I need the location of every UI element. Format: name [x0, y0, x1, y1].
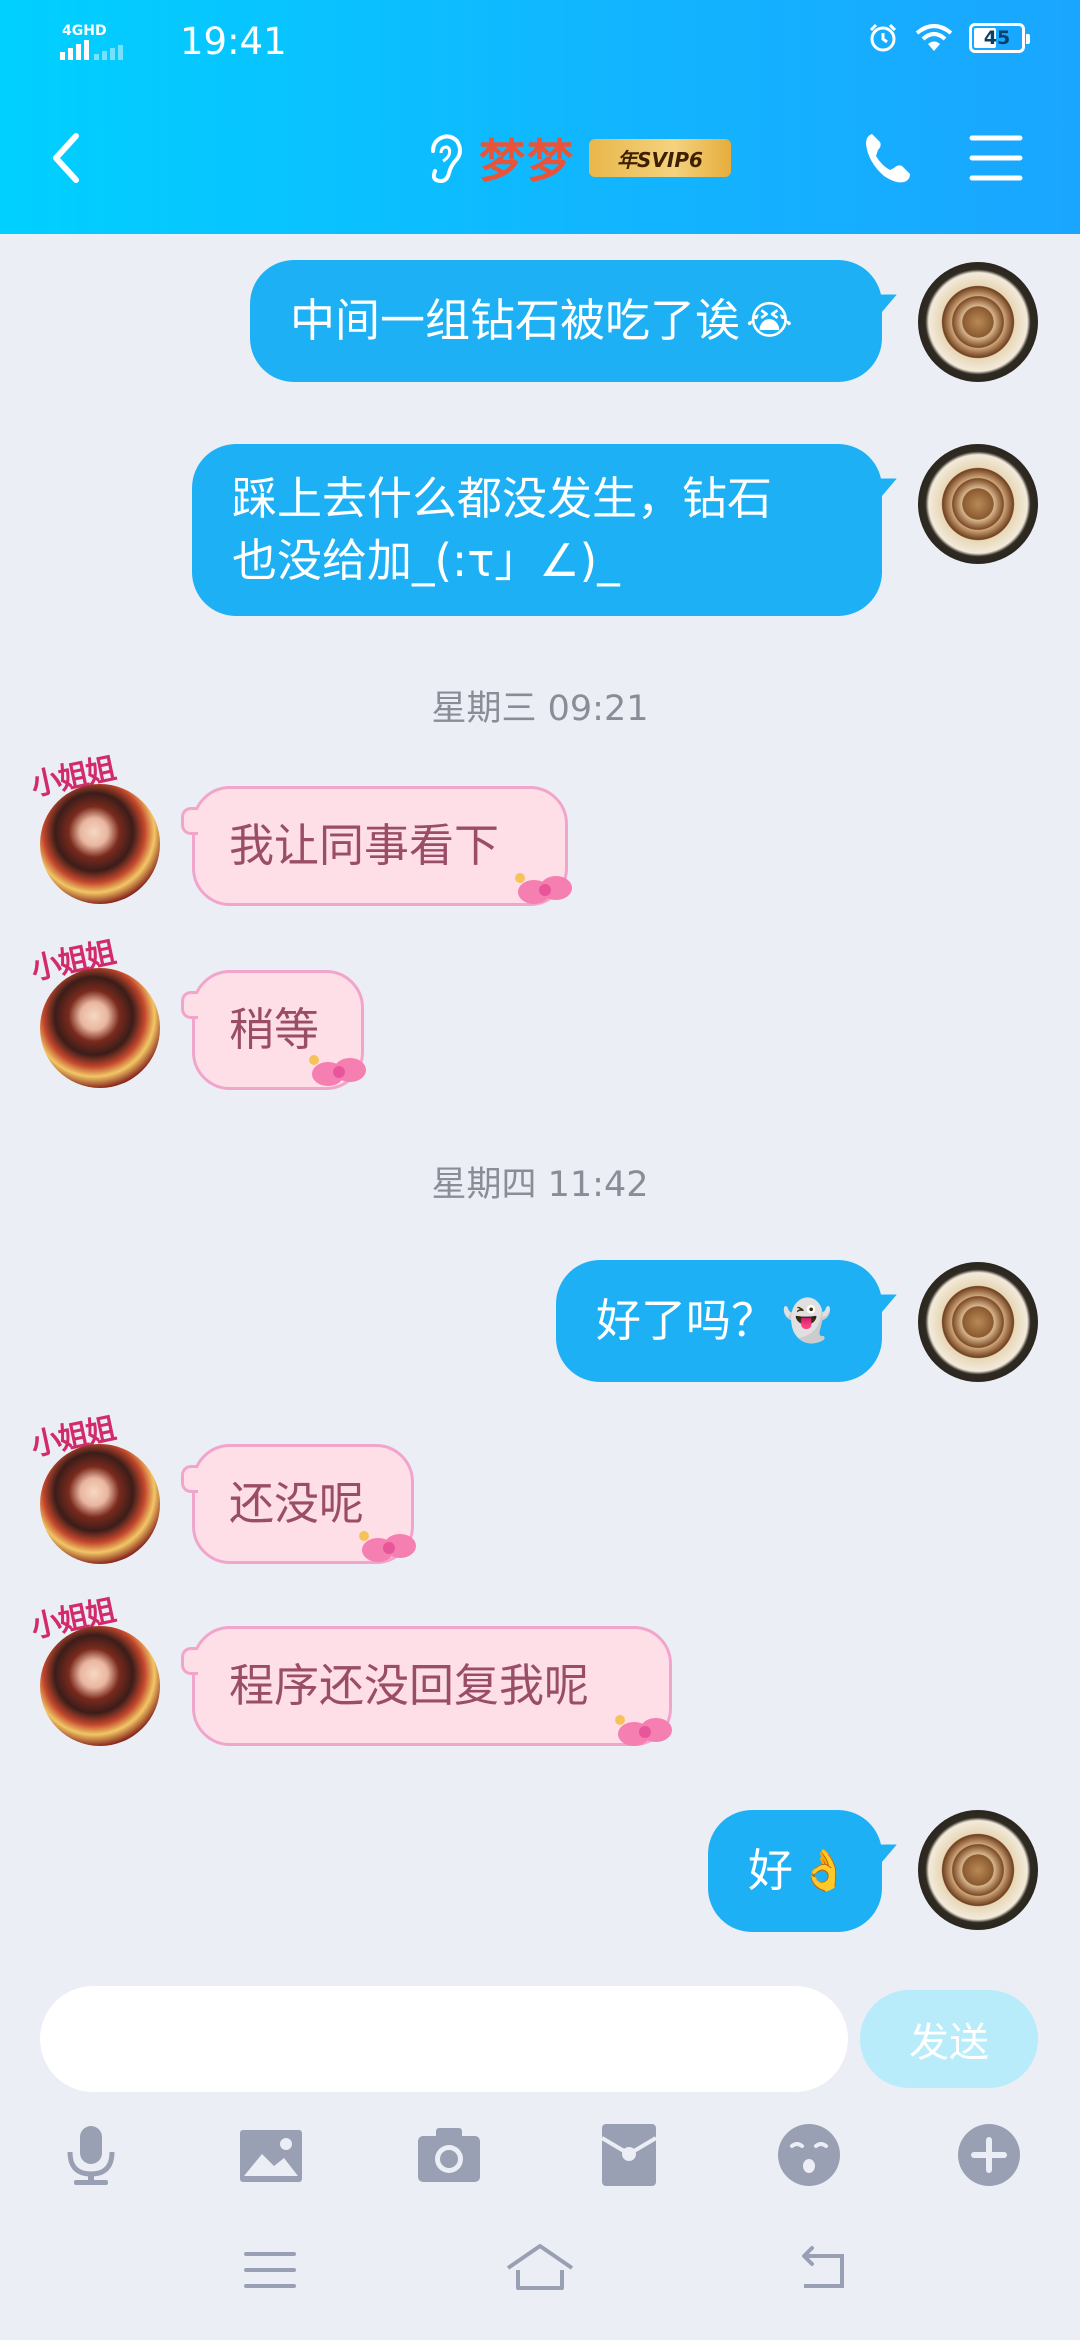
nav-bar: 梦梦 年SVIP6	[0, 116, 1080, 200]
bow-decoration-icon	[615, 1715, 672, 1746]
my-avatar[interactable]	[918, 444, 1038, 564]
home-icon[interactable]	[504, 2240, 576, 2300]
message-text: 中间一组钻石被吃了诶	[290, 294, 741, 347]
my-avatar[interactable]	[918, 1810, 1038, 1930]
contact-avatar[interactable]	[40, 784, 160, 904]
phone-call-icon[interactable]	[858, 128, 918, 188]
contact-avatar[interactable]	[40, 968, 160, 1088]
clock: 19:41	[180, 20, 287, 63]
contact-avatar[interactable]	[40, 1444, 160, 1564]
back-button[interactable]	[42, 126, 92, 190]
message-text: 好	[748, 1844, 794, 1897]
camera-icon[interactable]	[414, 2120, 484, 2190]
status-bar: 4GHD 19:41 45	[60, 18, 1030, 66]
svip-badge: 年SVIP6	[589, 139, 731, 177]
emoji-icon[interactable]	[774, 2120, 844, 2190]
contact-avatar[interactable]	[40, 1626, 160, 1746]
image-icon[interactable]	[236, 2120, 306, 2190]
ear-icon	[431, 134, 462, 184]
outgoing-message[interactable]: 好了吗？ 👻	[556, 1260, 882, 1382]
recent-apps-icon[interactable]	[234, 2240, 306, 2300]
timestamp: 星期四 11:42	[431, 1165, 649, 1205]
message-input[interactable]	[40, 1986, 848, 2092]
timestamp: 星期三 09:21	[431, 689, 649, 729]
system-navigation-bar	[0, 2240, 1080, 2310]
wifi-icon	[915, 24, 953, 51]
chat-toolbar	[0, 2120, 1080, 2190]
page-title: 梦梦	[479, 134, 575, 188]
alarm-icon	[869, 23, 897, 52]
incoming-message[interactable]: 程序还没回复我呢	[181, 1626, 672, 1746]
microphone-icon[interactable]	[56, 2120, 126, 2190]
ghost-emoji-icon: 👻	[782, 1298, 832, 1344]
red-packet-icon[interactable]	[594, 2120, 664, 2190]
bow-decoration-icon	[359, 1531, 416, 1562]
signal-indicator: 4GHD	[60, 23, 123, 60]
signal-bars-2-icon	[94, 45, 123, 60]
ok-hand-emoji-icon: 👌	[799, 1848, 849, 1894]
message-text-line-2: 也没给加_(:τ」∠)_	[232, 534, 620, 587]
battery-level: 45	[983, 27, 1011, 49]
chat-header: 4GHD 19:41 45 梦梦 年SVIP6	[0, 0, 1080, 234]
my-avatar[interactable]	[918, 262, 1038, 382]
message-text: 程序还没回复我呢	[229, 1659, 590, 1712]
bow-decoration-icon	[309, 1055, 366, 1086]
crying-emoji-icon: 😭	[746, 298, 793, 344]
network-type: 4GHD	[62, 23, 107, 39]
message-text-line-1: 踩上去什么都没发生，钻石	[232, 472, 773, 525]
send-button[interactable]: 发送	[860, 1990, 1038, 2088]
outgoing-message[interactable]: 踩上去什么都没发生，钻石 也没给加_(:τ」∠)_	[192, 444, 882, 616]
message-text: 我让同事看下	[229, 819, 500, 872]
signal-bars-icon	[60, 40, 89, 60]
menu-icon[interactable]	[968, 130, 1024, 186]
battery-icon: 45	[969, 23, 1030, 53]
back-nav-icon[interactable]	[786, 2240, 858, 2300]
message-text: 还没呢	[229, 1477, 365, 1530]
chat-title-group[interactable]: 梦梦 年SVIP6	[425, 128, 731, 188]
plus-icon[interactable]	[954, 2120, 1024, 2190]
outgoing-message[interactable]: 中间一组钻石被吃了诶 😭	[250, 260, 882, 382]
message-text: 好了吗？	[596, 1294, 777, 1347]
my-avatar[interactable]	[918, 1262, 1038, 1382]
outgoing-message[interactable]: 好 👌	[708, 1810, 882, 1932]
bow-decoration-icon	[515, 873, 572, 904]
